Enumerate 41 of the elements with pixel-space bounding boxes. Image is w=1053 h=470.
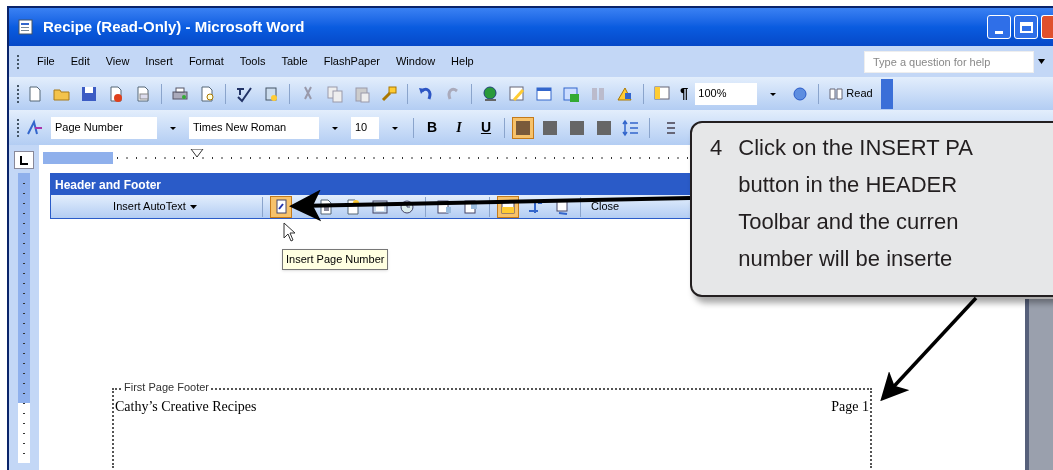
- italic-button[interactable]: I: [448, 116, 470, 139]
- document-icon: [17, 18, 35, 36]
- step-number: 4: [710, 134, 723, 162]
- help-field[interactable]: Type a question for help: [864, 50, 1034, 73]
- dropdown-arrow-icon[interactable]: [1038, 59, 1045, 64]
- font-size-field[interactable]: 10: [351, 116, 379, 139]
- menu-item[interactable]: Window: [389, 51, 442, 72]
- insert-autotext-button[interactable]: Insert AutoText: [55, 195, 255, 218]
- toolbar-title: Header and Footer: [55, 176, 162, 194]
- close-button[interactable]: [1041, 15, 1053, 39]
- page-number: Page 1: [831, 398, 869, 416]
- minimize-button[interactable]: [987, 15, 1011, 39]
- tab-selector[interactable]: [14, 151, 34, 169]
- mouse-pointer-icon: [283, 222, 297, 242]
- tooltip: Insert Page Number: [282, 249, 389, 270]
- menu-item[interactable]: Insert: [139, 51, 179, 72]
- toolbar-options-icon[interactable]: [880, 78, 893, 109]
- underline-button[interactable]: U: [475, 116, 497, 139]
- menu-item[interactable]: File: [31, 51, 61, 72]
- caret-icon: [189, 204, 197, 209]
- footer-text: Cathy’s Creative Recipes: [115, 398, 257, 416]
- menu-item[interactable]: Format: [182, 51, 230, 72]
- menu-item[interactable]: View: [99, 51, 136, 72]
- book-icon: [829, 87, 844, 100]
- bold-button[interactable]: B: [421, 116, 443, 139]
- read-button[interactable]: Read: [826, 82, 876, 105]
- callout-text: Click on the INSERT PA button in the HEADER Toolbar and the curren number will be inserte: [738, 134, 973, 273]
- left-tab-icon: [20, 155, 28, 165]
- close-toolbar-button[interactable]: Close: [588, 195, 623, 218]
- style-field[interactable]: Page Number: [51, 116, 157, 139]
- maximize-button[interactable]: [1014, 15, 1038, 39]
- menu-item[interactable]: Tools: [233, 51, 272, 72]
- menu-item[interactable]: FlashPaper: [317, 51, 386, 72]
- menu-item[interactable]: Edit: [64, 51, 96, 72]
- font-field[interactable]: Times New Roman: [189, 116, 319, 139]
- menu-item[interactable]: Table: [275, 51, 314, 72]
- zoom-field[interactable]: 100%: [695, 82, 758, 105]
- show-formatting-button[interactable]: ¶: [678, 82, 691, 105]
- menu-item[interactable]: Help: [445, 51, 480, 72]
- page-number-icon[interactable]: [270, 195, 292, 218]
- window-title: Recipe (Read-Only) - Microsoft Word: [43, 16, 305, 37]
